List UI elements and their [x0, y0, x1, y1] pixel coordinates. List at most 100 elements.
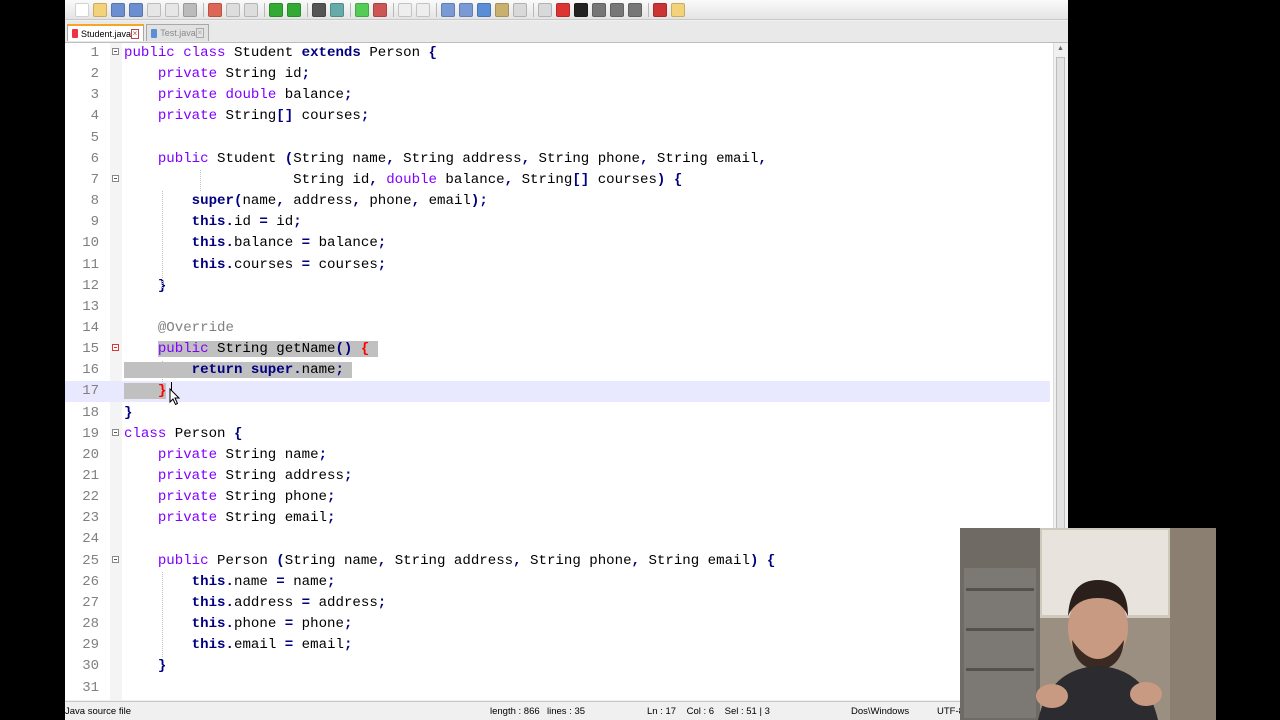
- zoom-out-icon[interactable]: [373, 2, 387, 17]
- code-line[interactable]: 6 public Student (String name, String ad…: [65, 149, 1050, 170]
- all-chars-icon[interactable]: [459, 2, 473, 17]
- code-text: private String address;: [157, 468, 353, 484]
- code-line[interactable]: 20 private String name;: [65, 445, 1050, 466]
- line-number: 10: [82, 235, 99, 252]
- close-icon[interactable]: ×: [131, 28, 139, 39]
- code-line[interactable]: 21 private String address;: [65, 466, 1050, 487]
- code-line[interactable]: 28 this.phone = phone;: [65, 614, 1050, 635]
- code-editor[interactable]: 1 public class Student extends Person {2 …: [65, 43, 1068, 700]
- play-macro-icon[interactable]: [592, 2, 606, 17]
- close-icon[interactable]: [147, 2, 161, 17]
- line-number: 4: [90, 108, 99, 125]
- fold-toggle-icon[interactable]: [112, 174, 119, 182]
- paste-icon[interactable]: [244, 2, 258, 17]
- toolbar-separator: [264, 2, 265, 17]
- toolbar-separator: [436, 2, 437, 17]
- code-text: super(name, address, phone, email);: [191, 193, 488, 210]
- line-number: 31: [82, 679, 99, 696]
- toolbar-separator: [307, 2, 308, 17]
- code-text: private String name;: [157, 446, 328, 463]
- code-line[interactable]: 8 super(name, address, phone, email);: [65, 191, 1050, 212]
- copy-icon[interactable]: [226, 2, 240, 17]
- save-macro-icon[interactable]: [628, 2, 642, 17]
- line-number: 29: [82, 637, 99, 654]
- code-line[interactable]: 10 this.balance = balance;: [65, 233, 1050, 254]
- code-line[interactable]: 18}: [65, 403, 1050, 424]
- find-icon[interactable]: [312, 2, 326, 17]
- code-text: }: [157, 277, 167, 294]
- line-number: 27: [82, 594, 99, 611]
- toolbar-separator: [648, 2, 649, 17]
- save-icon[interactable]: [111, 2, 125, 17]
- code-line[interactable]: 22 private String phone;: [65, 487, 1050, 508]
- open-icon[interactable]: [93, 2, 107, 17]
- line-number: 5: [90, 129, 99, 146]
- udl-icon[interactable]: [495, 2, 509, 17]
- code-line[interactable]: 11 this.courses = courses;: [65, 255, 1050, 276]
- fold-toggle-icon[interactable]: [112, 555, 119, 563]
- code-line[interactable]: 13: [65, 297, 1050, 318]
- code-line[interactable]: 12 }: [65, 276, 1050, 297]
- fold-toggle-icon[interactable]: [112, 428, 119, 436]
- fold-toggle-icon[interactable]: [112, 344, 119, 352]
- code-line[interactable]: 17 }: [65, 381, 1050, 403]
- code-line[interactable]: 15 public String getName() {: [65, 339, 1050, 360]
- line-number: 6: [90, 150, 99, 167]
- zoom-in-icon[interactable]: [355, 2, 369, 17]
- sync-v-icon[interactable]: [398, 2, 412, 17]
- sync-h-icon[interactable]: [416, 2, 430, 17]
- function-list-icon[interactable]: [538, 2, 552, 17]
- line-number: 20: [82, 446, 99, 463]
- webcam-overlay: [960, 528, 1216, 720]
- indent-guide-icon[interactable]: [477, 2, 491, 17]
- code-line[interactable]: 30 }: [65, 656, 1050, 677]
- code-line[interactable]: 5: [65, 128, 1050, 149]
- code-text: public class Student extends Person {: [124, 45, 437, 61]
- code-line[interactable]: 3 private double balance;: [65, 85, 1050, 106]
- code-line[interactable]: 24: [65, 529, 1050, 550]
- code-line[interactable]: 9 this.id = id;: [65, 212, 1050, 233]
- code-line[interactable]: 2 private String id;: [65, 64, 1050, 85]
- code-line[interactable]: 26 this.name = name;: [65, 572, 1050, 593]
- new-file-icon[interactable]: [75, 2, 89, 17]
- line-number: 18: [82, 404, 99, 421]
- tab-test-java[interactable]: Test.java ×: [146, 24, 209, 41]
- save-all-icon[interactable]: [129, 2, 143, 17]
- doc-map-icon[interactable]: [513, 2, 527, 17]
- fold-toggle-icon[interactable]: [112, 48, 119, 55]
- code-line[interactable]: 25 public Person (String name, String ad…: [65, 551, 1050, 572]
- line-number: 21: [82, 468, 99, 484]
- code-line[interactable]: 27 this.address = address;: [65, 593, 1050, 614]
- close-icon[interactable]: ×: [195, 28, 204, 38]
- code-line[interactable]: 4 private String[] courses;: [65, 106, 1050, 127]
- code-line[interactable]: 1 public class Student extends Person {: [65, 43, 1050, 64]
- code-text: public String getName() {: [124, 339, 378, 360]
- code-line[interactable]: 29 this.email = email;: [65, 635, 1050, 656]
- close-all-icon[interactable]: [165, 2, 179, 17]
- code-line[interactable]: 16 return super.name;: [65, 360, 1050, 381]
- scroll-up-icon[interactable]: ▲: [1057, 45, 1064, 52]
- code-text: @Override: [157, 319, 234, 336]
- run-macro-multi-icon[interactable]: [610, 2, 624, 17]
- code-text: this.name = name;: [191, 573, 336, 590]
- cut-icon[interactable]: [208, 2, 222, 17]
- code-line[interactable]: 19 class Person {: [65, 424, 1050, 445]
- toolbar: [65, 0, 1068, 20]
- print-icon[interactable]: [183, 2, 197, 17]
- replace-icon[interactable]: [330, 2, 344, 17]
- record-macro-icon[interactable]: [556, 2, 570, 17]
- code-line[interactable]: 23 private String email;: [65, 508, 1050, 529]
- extra-icon[interactable]: [671, 2, 685, 17]
- letterbox-right-lower: [1216, 528, 1280, 720]
- code-line[interactable]: 7 String id, double balance, String[] co…: [65, 170, 1050, 191]
- tab-student-java[interactable]: Student.java ×: [67, 24, 144, 41]
- code-text: this.courses = courses;: [191, 256, 387, 273]
- code-line[interactable]: 14 @Override: [65, 318, 1050, 339]
- code-text: class Person {: [124, 425, 243, 442]
- stop-record-icon[interactable]: [574, 2, 588, 17]
- redo-icon[interactable]: [287, 2, 301, 17]
- code-line[interactable]: 31: [65, 678, 1050, 699]
- undo-icon[interactable]: [269, 2, 283, 17]
- spellcheck-icon[interactable]: [653, 2, 667, 17]
- wrap-icon[interactable]: [441, 2, 455, 17]
